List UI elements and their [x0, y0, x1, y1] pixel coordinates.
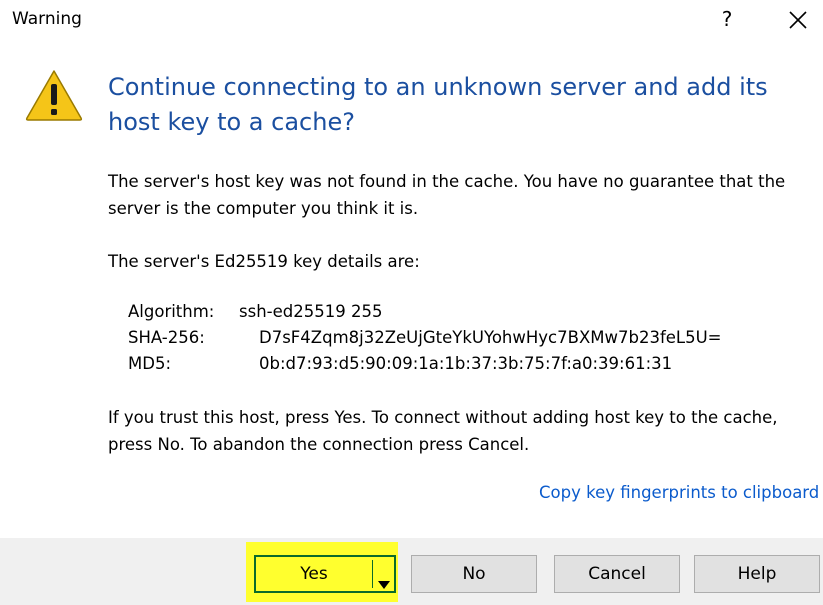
yes-split-button[interactable]: Yes [254, 555, 396, 593]
window-title: Warning [12, 9, 82, 29]
close-icon[interactable] [784, 6, 812, 34]
trust-instructions: If you trust this host, press Yes. To co… [108, 408, 778, 454]
dropdown-arrow-icon[interactable] [376, 568, 392, 589]
key-detail-label: Algorithm: [128, 302, 215, 321]
help-icon[interactable]: ? [712, 4, 742, 34]
key-details-heading: The server's Ed25519 key details are: [108, 252, 420, 271]
intro-text: The server's host key was not found in t… [108, 172, 786, 218]
key-detail-value: D7sF4Zqm8j32ZeUjGteYkUYohwHyc7BXMw7b23fe… [259, 328, 722, 347]
copy-fingerprints-link[interactable]: Copy key fingerprints to clipboard [539, 483, 819, 502]
split-divider [372, 560, 373, 588]
main-instruction: Continue connecting to an unknown server… [108, 73, 768, 136]
key-detail-value: 0b:d7:93:d5:90:09:1a:1b:37:3b:75:7f:a0:3… [259, 354, 673, 373]
cancel-button[interactable]: Cancel [554, 555, 680, 593]
title-bar: Warning ? [0, 0, 823, 40]
key-detail-label: MD5: [128, 354, 171, 373]
warning-triangle-icon [24, 68, 84, 122]
key-detail-label: SHA-256: [128, 328, 205, 347]
key-detail-value: ssh-ed25519 255 [239, 302, 383, 321]
warning-dialog: Warning ? Continue connecting to an unkn… [0, 0, 823, 605]
button-bar: Yes No Cancel Help [0, 538, 823, 605]
no-button[interactable]: No [411, 555, 537, 593]
help-button[interactable]: Help [694, 555, 820, 593]
yes-button-label[interactable]: Yes [256, 557, 372, 591]
